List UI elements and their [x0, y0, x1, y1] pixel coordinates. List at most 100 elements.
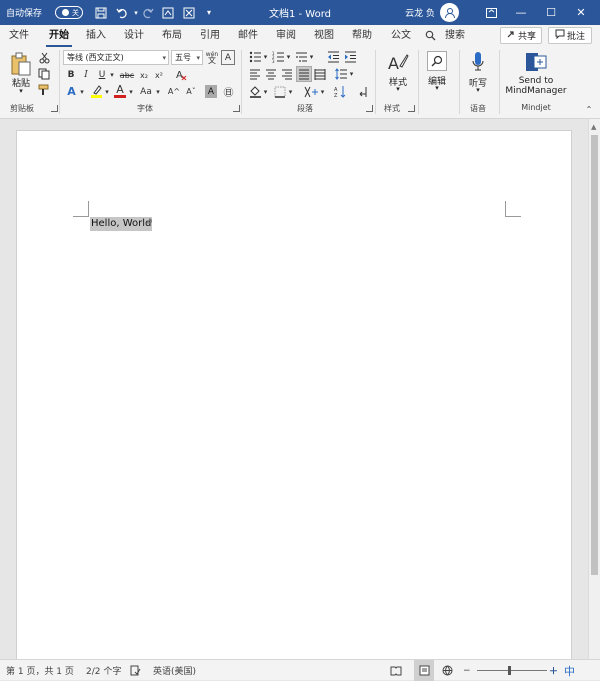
phonetic-guide-button[interactable]: wén 文 — [205, 50, 219, 65]
line-spacing-icon[interactable] — [334, 67, 348, 81]
tab-file[interactable]: 文件 — [4, 25, 34, 47]
text-effects-dropdown-icon[interactable]: ▾ — [78, 84, 86, 99]
user-name[interactable]: 云龙 负 — [400, 0, 440, 25]
copy-icon[interactable] — [37, 67, 51, 81]
tab-official-doc[interactable]: 公文 — [384, 25, 418, 47]
close-button[interactable]: ✕ — [566, 0, 596, 25]
vertical-scrollbar[interactable]: ▲ — [588, 119, 600, 659]
restore-button[interactable]: ☐ — [536, 0, 566, 25]
shading-dropdown-icon[interactable]: ▾ — [262, 84, 269, 99]
grow-font-button[interactable]: A^ — [167, 84, 181, 99]
cut-icon[interactable] — [37, 51, 51, 65]
word-count[interactable]: 2/2 个字 — [86, 660, 121, 681]
font-name-combo[interactable]: 等线 (西文正文) ▾ — [63, 50, 169, 65]
search-icon[interactable] — [424, 25, 436, 47]
language-indicator[interactable]: 英语(美国) — [153, 660, 196, 681]
share-button[interactable]: 共享 — [500, 27, 542, 44]
bullets-dropdown-icon[interactable]: ▾ — [262, 50, 269, 64]
italic-button[interactable]: I — [80, 68, 92, 82]
scroll-up-icon[interactable]: ▲ — [591, 123, 596, 131]
change-case-dropdown-icon[interactable]: ▾ — [154, 84, 162, 99]
char-shading-button[interactable]: A — [205, 85, 217, 98]
customize-qat-icon[interactable]: ▾ — [201, 0, 217, 25]
web-layout-icon[interactable] — [442, 660, 453, 681]
borders-icon[interactable] — [273, 84, 287, 99]
asian-layout-dropdown-icon[interactable]: ▾ — [319, 84, 326, 99]
tab-mailings[interactable]: 邮件 — [232, 25, 264, 47]
dictate-dropdown-icon[interactable]: ▾ — [463, 86, 493, 94]
tab-help[interactable]: 帮助 — [346, 25, 378, 47]
tab-review[interactable]: 审阅 — [270, 25, 302, 47]
ribbon-display-icon[interactable] — [476, 0, 506, 25]
selected-text[interactable]: Hello, World — [90, 217, 153, 231]
send-to-label[interactable]: Send to — [503, 76, 569, 86]
touch-mode-icon[interactable] — [181, 0, 197, 25]
styles-dropdown-icon[interactable]: ▾ — [381, 85, 415, 93]
editing-dropdown-icon[interactable]: ▾ — [422, 84, 452, 92]
align-right-icon[interactable] — [280, 67, 294, 81]
font-launcher-icon[interactable] — [233, 105, 240, 112]
proofing-icon[interactable] — [130, 660, 141, 681]
comments-button[interactable]: 批注 — [548, 27, 592, 44]
page-count[interactable]: 第 1 页，共 1 页 — [6, 660, 74, 681]
save-icon[interactable] — [93, 0, 109, 25]
distributed-icon[interactable] — [313, 67, 327, 81]
avatar[interactable] — [440, 3, 459, 22]
document-page[interactable]: Hello, World ↵ — [16, 130, 572, 670]
dictate-mic-icon[interactable] — [469, 50, 487, 76]
highlighter-icon[interactable] — [89, 83, 103, 99]
tab-insert[interactable]: 插入 — [80, 25, 112, 47]
paragraph-launcher-icon[interactable] — [366, 105, 373, 112]
format-painter-icon[interactable] — [37, 83, 51, 97]
scroll-thumb[interactable] — [591, 135, 598, 575]
underline-button[interactable]: U — [96, 68, 108, 82]
minimize-button[interactable]: — — [506, 0, 536, 25]
sort-icon[interactable]: AZ — [333, 84, 347, 99]
redo-icon[interactable] — [140, 0, 156, 25]
font-color-dropdown-icon[interactable]: ▾ — [127, 84, 135, 99]
tab-search[interactable]: 搜索 — [440, 25, 470, 47]
tab-references[interactable]: 引用 — [194, 25, 226, 47]
align-center-icon[interactable] — [264, 67, 278, 81]
underline-dropdown-icon[interactable]: ▾ — [108, 68, 116, 82]
find-icon[interactable] — [427, 51, 447, 71]
increase-indent-icon[interactable] — [343, 50, 357, 64]
char-border-button[interactable]: A — [221, 50, 235, 65]
tab-design[interactable]: 设计 — [118, 25, 150, 47]
decrease-indent-icon[interactable] — [326, 50, 340, 64]
enclose-chars-button[interactable]: ㊐ — [222, 84, 235, 99]
zoom-slider[interactable] — [477, 670, 547, 671]
align-left-icon[interactable] — [248, 67, 262, 81]
paste-icon[interactable] — [8, 51, 34, 77]
autosave-toggle[interactable]: 关 — [55, 6, 83, 19]
subscript-button[interactable]: x₂ — [138, 68, 150, 82]
paste-dropdown-icon[interactable]: ▾ — [6, 87, 36, 95]
line-spacing-dropdown-icon[interactable]: ▾ — [348, 67, 355, 81]
tab-home[interactable]: 开始 — [42, 25, 76, 47]
font-color-button[interactable]: A — [113, 83, 127, 99]
show-marks-icon[interactable] — [356, 84, 370, 99]
zoom-out-icon[interactable]: − — [463, 660, 471, 681]
font-size-combo[interactable]: 五号 ▾ — [171, 50, 203, 65]
read-mode-icon[interactable] — [390, 660, 402, 681]
styles-icon[interactable]: A — [386, 51, 410, 73]
print-layout-icon[interactable] — [414, 660, 434, 681]
bold-button[interactable]: B — [65, 68, 77, 82]
superscript-button[interactable]: x² — [153, 68, 165, 82]
clear-formatting-icon[interactable]: A — [174, 67, 188, 82]
styles-launcher-icon[interactable] — [408, 105, 415, 112]
collapse-ribbon-icon[interactable]: ⌃ — [584, 103, 594, 115]
mindmanager-icon[interactable] — [524, 51, 548, 73]
ime-indicator[interactable]: 中 — [564, 660, 575, 681]
asian-layout-icon[interactable] — [303, 84, 319, 99]
tab-view[interactable]: 视图 — [308, 25, 340, 47]
zoom-in-icon[interactable]: ＋ — [549, 660, 558, 681]
shading-icon[interactable] — [248, 84, 262, 99]
text-effects-button[interactable]: A — [65, 84, 78, 99]
shrink-font-button[interactable]: Aˇ — [184, 84, 198, 99]
print-preview-icon[interactable] — [160, 0, 176, 25]
mindmanager-label[interactable]: MindManager — [503, 86, 569, 96]
borders-dropdown-icon[interactable]: ▾ — [287, 84, 294, 99]
change-case-button[interactable]: Aa — [138, 84, 154, 99]
strikethrough-button[interactable]: abc — [118, 68, 136, 82]
